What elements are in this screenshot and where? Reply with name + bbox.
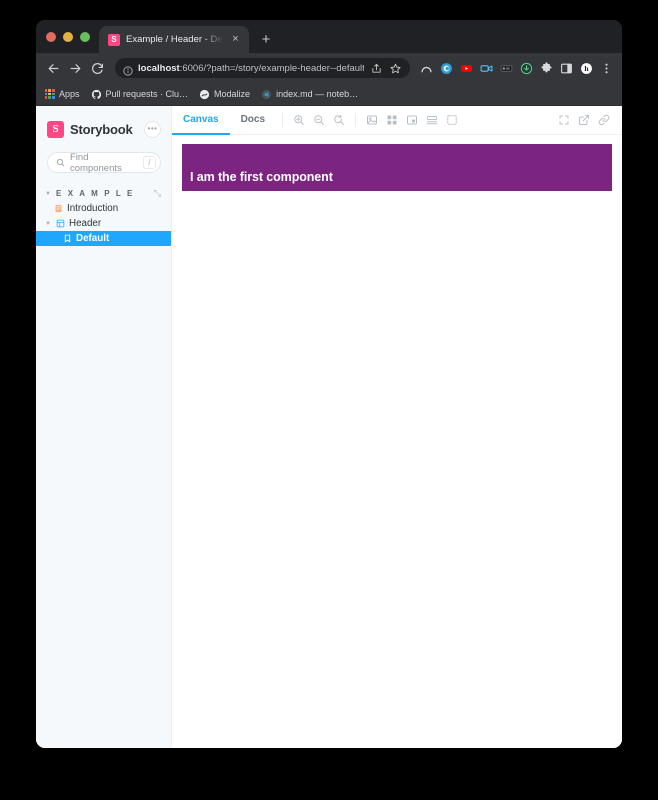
- document-icon: [54, 204, 63, 213]
- search-input[interactable]: Find components /: [47, 151, 161, 174]
- header-component: I am the first component: [182, 144, 612, 191]
- window-controls: [44, 20, 99, 53]
- close-window-button[interactable]: [46, 31, 56, 42]
- canvas-tabs: Canvas Docs: [172, 106, 276, 135]
- browser-assistant-icon[interactable]: [438, 60, 455, 77]
- back-icon[interactable]: [44, 59, 63, 78]
- story-bookmark-icon: [63, 234, 72, 243]
- honey-icon[interactable]: h: [578, 60, 595, 77]
- github-icon: [91, 89, 102, 100]
- tree-item-introduction[interactable]: Introduction: [36, 201, 171, 216]
- bookmark-label: Pull requests · Clu…: [105, 89, 189, 99]
- outline-icon[interactable]: [442, 110, 462, 130]
- browser-tab-title: Example / Header - Default · S: [126, 34, 223, 45]
- toolbar-divider: [282, 113, 284, 127]
- bookmark-pull-requests[interactable]: Pull requests · Clu…: [91, 89, 189, 100]
- browser-tab-strip: S Example / Header - Default · S × +: [36, 20, 622, 53]
- bookmark-star-icon[interactable]: [388, 61, 402, 75]
- fullscreen-icon[interactable]: [554, 110, 574, 130]
- arc-icon[interactable]: [418, 60, 435, 77]
- toolbar-divider: [355, 113, 357, 127]
- layout-bottom-icon[interactable]: [422, 110, 442, 130]
- search-icon: [56, 158, 65, 167]
- zoom-out-icon[interactable]: [309, 110, 329, 130]
- tree-item-label: Header: [69, 218, 102, 229]
- new-tab-button[interactable]: +: [253, 26, 279, 53]
- bookmarks-bar: Apps Pull requests · Clu… Modalize index…: [36, 83, 622, 106]
- kebab-menu-icon[interactable]: [598, 60, 615, 77]
- storybook-logo-icon: S: [47, 120, 64, 138]
- story-preview: I am the first component: [172, 135, 622, 748]
- dark-reader-icon[interactable]: [498, 60, 515, 77]
- youtube-icon[interactable]: [458, 60, 475, 77]
- zoom-in-icon[interactable]: [289, 110, 309, 130]
- open-new-tab-icon[interactable]: [574, 110, 594, 130]
- sidebar-toggle-icon[interactable]: [558, 60, 575, 77]
- url-host: localhost: [138, 62, 180, 74]
- sidebar-menu-button[interactable]: •••: [144, 120, 161, 138]
- canvas-toolbar: Canvas Docs: [172, 106, 622, 135]
- grid-icon[interactable]: [382, 110, 402, 130]
- tree-group-label: E X A M P L E: [56, 189, 135, 198]
- bookmark-label: index.md — noteb…: [276, 89, 359, 99]
- tree-item-header[interactable]: ▼ Header: [36, 216, 171, 231]
- bookmark-modalize[interactable]: Modalize: [199, 89, 250, 100]
- chevron-down-icon: ▼: [45, 220, 51, 227]
- browser-toolbar: localhost:6006/?path=/story/example-head…: [36, 53, 622, 83]
- tab-canvas[interactable]: Canvas: [172, 106, 230, 135]
- tree-item-default[interactable]: Default: [36, 231, 171, 246]
- component-icon: [56, 219, 65, 228]
- address-bar[interactable]: localhost:6006/?path=/story/example-head…: [115, 58, 410, 78]
- bookmark-apps[interactable]: Apps: [44, 89, 80, 100]
- address-bar-url: localhost:6006/?path=/story/example-head…: [138, 63, 364, 74]
- chevron-down-icon: ▼: [45, 190, 51, 197]
- search-shortcut-badge: /: [143, 156, 156, 169]
- bookmark-index-md[interactable]: index.md — noteb…: [261, 89, 358, 100]
- tab-docs[interactable]: Docs: [230, 106, 276, 135]
- site-info-icon[interactable]: [123, 63, 133, 76]
- storybook-favicon-icon: S: [108, 33, 120, 46]
- copy-link-icon[interactable]: [594, 110, 614, 130]
- background-icon[interactable]: [362, 110, 382, 130]
- loom-video-icon[interactable]: [478, 60, 495, 77]
- zoom-reset-icon[interactable]: [329, 110, 349, 130]
- vscode-icon: [261, 89, 272, 100]
- measure-icon[interactable]: [402, 110, 422, 130]
- url-path: :6006/?path=/story/example-header--defau…: [179, 62, 364, 74]
- tree-item-label: Introduction: [67, 203, 119, 214]
- download-icon[interactable]: [518, 60, 535, 77]
- collapse-all-icon[interactable]: ⤡: [154, 188, 161, 199]
- forward-icon[interactable]: [66, 59, 85, 78]
- storybook-brand[interactable]: S Storybook •••: [36, 117, 171, 141]
- search-placeholder: Find components: [70, 151, 122, 174]
- reload-icon[interactable]: [88, 59, 107, 78]
- maximize-window-button[interactable]: [80, 31, 90, 42]
- storybook-sidebar: S Storybook ••• Find components / ▼ E X …: [36, 106, 172, 748]
- browser-window: S Example / Header - Default · S × + loc…: [36, 20, 622, 748]
- canvas-panel: Canvas Docs I am the first component: [172, 106, 622, 748]
- minimize-window-button[interactable]: [63, 31, 73, 42]
- puzzle-extension-icon[interactable]: [538, 60, 555, 77]
- bookmark-label: Modalize: [214, 89, 251, 99]
- tree-item-label: Default: [76, 233, 110, 244]
- storybook-brand-name: Storybook: [70, 121, 133, 137]
- storybook-app: S Storybook ••• Find components / ▼ E X …: [36, 106, 622, 748]
- component-tree: ▼ E X A M P L E ⤡ Introduction ▼ Header: [36, 186, 171, 246]
- tree-group-example[interactable]: ▼ E X A M P L E ⤡: [36, 186, 171, 201]
- share-icon[interactable]: [369, 61, 383, 75]
- bookmark-label: Apps: [59, 89, 80, 99]
- browser-tab[interactable]: S Example / Header - Default · S ×: [99, 26, 249, 53]
- close-tab-icon[interactable]: ×: [229, 33, 242, 46]
- component-title: I am the first component: [190, 170, 333, 184]
- apps-grid-icon: [44, 89, 55, 100]
- modalize-icon: [199, 89, 210, 100]
